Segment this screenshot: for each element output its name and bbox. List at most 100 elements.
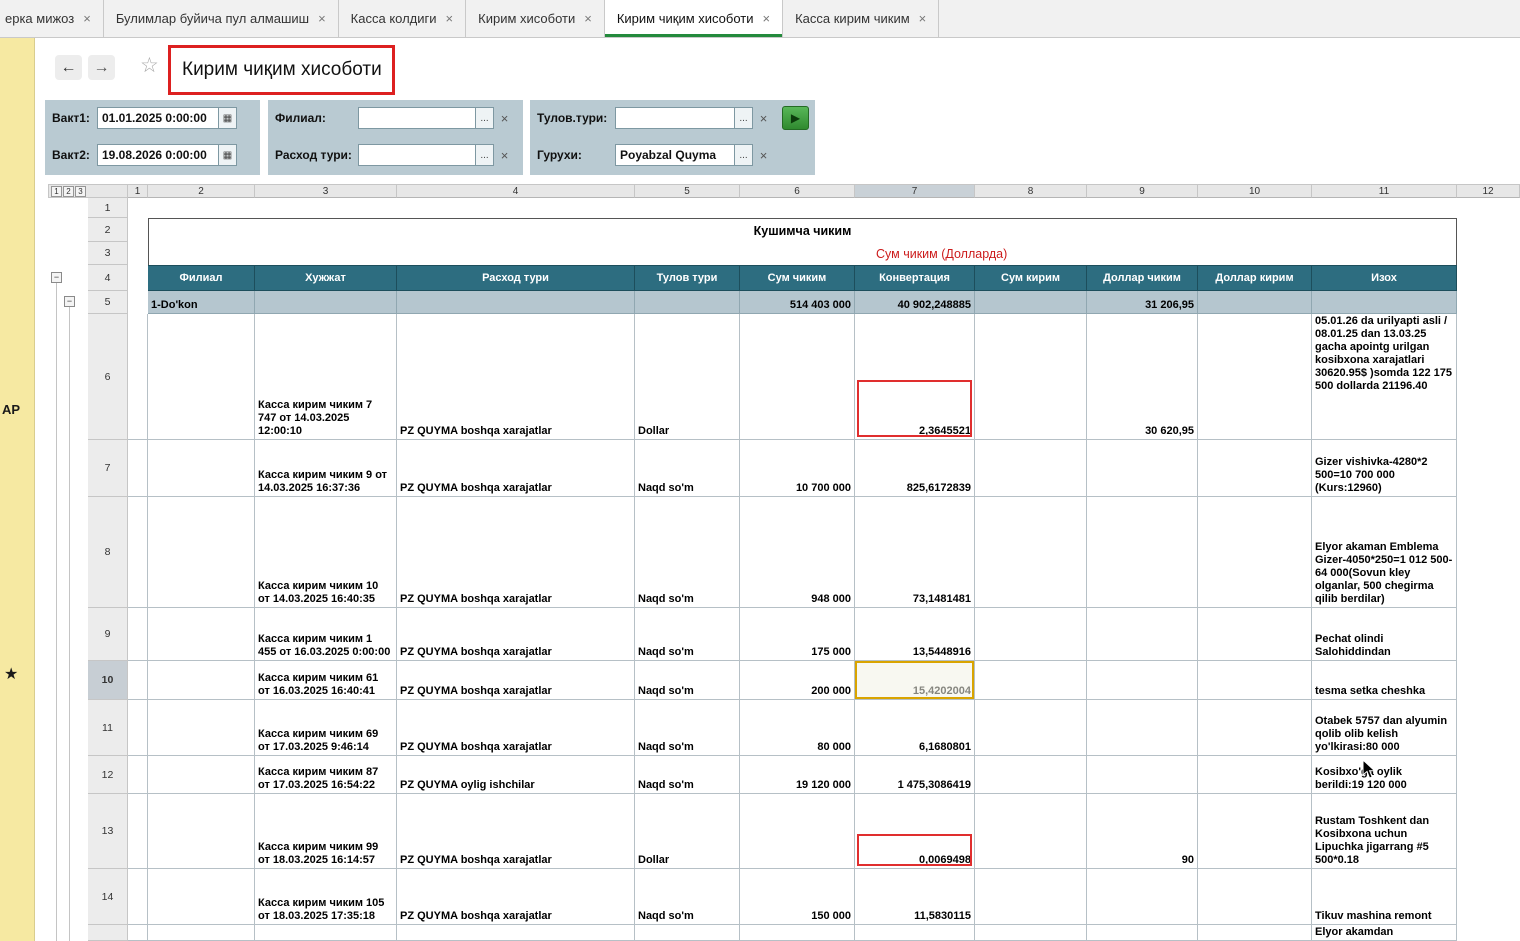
header-hujjat[interactable]: Хужжат <box>255 265 397 291</box>
vakt1-input[interactable]: 01.01.2025 0:00:00 <box>97 107 219 129</box>
clear-icon[interactable]: × <box>497 144 512 166</box>
collapse-group-icon[interactable]: − <box>51 272 62 283</box>
cell-doc[interactable]: Касса кирим чиким 61 от 16.03.2025 16:40… <box>255 661 397 700</box>
summary-filial[interactable]: 1-Do'kon <box>148 291 255 314</box>
tab-bulimlar-pul-almashish[interactable]: Булимлар буйича пул алмашиш × <box>104 0 339 37</box>
cell-izoh[interactable]: Elyor akaman Emblema Gizer-4050*250=1 01… <box>1312 497 1457 608</box>
col-header-9[interactable]: 9 <box>1087 184 1198 198</box>
cell-konvertatsiya[interactable]: 1 475,3086419 <box>855 756 975 794</box>
col-header-10[interactable]: 10 <box>1198 184 1312 198</box>
close-icon[interactable]: × <box>763 11 771 26</box>
cell-rasxod[interactable]: PZ QUYMA boshqa xarajatlar <box>397 869 635 925</box>
rasxod-turi-input[interactable] <box>358 144 476 166</box>
header-rasxod-turi[interactable]: Расход тури <box>397 265 635 291</box>
row-header[interactable]: 12 <box>88 756 128 794</box>
cell-konvertatsiya[interactable]: 0,0069498 <box>855 794 975 869</box>
cell-doc[interactable]: Касса кирим чиким 9 от 14.03.2025 16:37:… <box>255 440 397 497</box>
close-icon[interactable]: × <box>919 11 927 26</box>
calendar-icon[interactable]: ▦ <box>219 107 237 129</box>
guruh-input[interactable]: Poyabzal Quyma <box>615 144 735 166</box>
cell-izoh[interactable]: Tikuv mashina remont <box>1312 869 1457 925</box>
header-sum-kirim[interactable]: Сум кирим <box>975 265 1087 291</box>
summary-dollar-chiqim[interactable]: 31 206,95 <box>1087 291 1198 314</box>
clear-icon[interactable]: × <box>756 144 771 166</box>
cell-doc[interactable]: Касса кирим чиким 87 от 17.03.2025 16:54… <box>255 756 397 794</box>
tab-mijoz[interactable]: ерка мижоз × <box>0 0 104 37</box>
cell-konvertatsiya[interactable]: 13,5448916 <box>855 608 975 661</box>
tab-kassa-kirim-chiqim[interactable]: Касса кирим чиким × <box>783 0 940 37</box>
cell-doc[interactable]: Касса кирим чиким 10 от 14.03.2025 16:40… <box>255 497 397 608</box>
filial-input[interactable] <box>358 107 476 129</box>
cell-tulov[interactable]: Dollar <box>635 794 740 869</box>
col-header-1[interactable]: 1 <box>128 184 148 198</box>
row-header[interactable]: 8 <box>88 497 128 608</box>
cell-tulov[interactable]: Naqd so'm <box>635 440 740 497</box>
cell-konvertatsiya[interactable]: 825,6172839 <box>855 440 975 497</box>
cell-tulov[interactable]: Naqd so'm <box>635 497 740 608</box>
row-header[interactable]: 6 <box>88 314 128 440</box>
row-header[interactable]: 13 <box>88 794 128 869</box>
cell-izoh[interactable]: Kosibxo'ga oylik berildi:19 120 000 <box>1312 756 1457 794</box>
tab-kirim-chiqim-hisoboti-active[interactable]: Кирим чиқим хисоботи × <box>604 0 784 37</box>
header-izoh[interactable]: Изох <box>1312 265 1457 291</box>
row-header-selected[interactable]: 10 <box>88 661 128 700</box>
cell-rasxod[interactable]: PZ QUYMA boshqa xarajatlar <box>397 440 635 497</box>
close-icon[interactable]: × <box>318 11 326 26</box>
cell-tulov[interactable]: Naqd so'm <box>635 700 740 756</box>
close-icon[interactable]: × <box>584 11 592 26</box>
header-filial[interactable]: Филиал <box>148 265 255 291</box>
cell-doc[interactable]: Касса кирим чиким 1 455 от 16.03.2025 0:… <box>255 608 397 661</box>
row-header[interactable]: 7 <box>88 440 128 497</box>
summary-sum-chiqim[interactable]: 514 403 000 <box>740 291 855 314</box>
cell-izoh[interactable]: Pechat olindi Salohiddindan <box>1312 608 1457 661</box>
cell-izoh[interactable]: Rustam Toshkent dan Kosibxona uchun Lipu… <box>1312 794 1457 869</box>
cell-rasxod[interactable]: PZ QUYMA boshqa xarajatlar <box>397 608 635 661</box>
cell-tulov[interactable]: Dollar <box>635 314 740 440</box>
tulov-turi-input[interactable] <box>615 107 735 129</box>
row-header[interactable] <box>88 925 128 941</box>
tab-kassa-qoldigi[interactable]: Касса колдиги × <box>339 0 467 37</box>
cell-rasxod[interactable]: PZ QUYMA boshqa xarajatlar <box>397 314 635 440</box>
col-header-7-selected[interactable]: 7 <box>855 184 975 198</box>
cell-tulov[interactable]: Naqd so'm <box>635 756 740 794</box>
cell-konvertatsiya[interactable]: 6,1680801 <box>855 700 975 756</box>
close-icon[interactable]: × <box>83 11 91 26</box>
cell-doc[interactable]: Касса кирим чиким 99 от 18.03.2025 16:14… <box>255 794 397 869</box>
row-header[interactable]: 14 <box>88 869 128 925</box>
cell-rasxod[interactable]: PZ QUYMA boshqa xarajatlar <box>397 661 635 700</box>
ellipsis-button[interactable]: ... <box>476 107 494 129</box>
cell-konvertatsiya[interactable]: 2,3645521 <box>855 314 975 440</box>
cell-izoh[interactable]: 05.01.26 da urilyapti asli / 08.01.25 da… <box>1312 314 1457 440</box>
row-header[interactable]: 2 <box>88 218 128 242</box>
cell-izoh[interactable]: Gizer vishivka-4280*2 500=10 700 000 (Ku… <box>1312 440 1457 497</box>
cell-dollar-chiqim[interactable]: 90 <box>1087 794 1198 869</box>
cell-rasxod[interactable]: PZ QUYMA boshqa xarajatlar <box>397 794 635 869</box>
clear-icon[interactable]: × <box>497 107 512 129</box>
header-dollar-kirim[interactable]: Доллар кирим <box>1198 265 1312 291</box>
cell-izoh[interactable]: Otabek 5757 dan alyumin qolib olib kelis… <box>1312 700 1457 756</box>
ellipsis-button[interactable]: ... <box>735 144 753 166</box>
forward-button[interactable]: → <box>88 55 115 80</box>
cell-rasxod[interactable]: PZ QUYMA boshqa xarajatlar <box>397 700 635 756</box>
col-header-8[interactable]: 8 <box>975 184 1087 198</box>
cell-dollar-chiqim[interactable]: 30 620,95 <box>1087 314 1198 440</box>
back-button[interactable]: ← <box>55 55 82 80</box>
group-level-2-button[interactable]: 2 <box>63 185 74 197</box>
cell-tulov[interactable]: Naqd so'm <box>635 608 740 661</box>
cell-doc[interactable]: Касса кирим чиким 69 от 17.03.2025 9:46:… <box>255 700 397 756</box>
row-header[interactable]: 11 <box>88 700 128 756</box>
header-dollar-chiqim[interactable]: Доллар чиким <box>1087 265 1198 291</box>
favorite-star-icon[interactable]: ★ <box>4 664 18 684</box>
row-header[interactable]: 9 <box>88 608 128 661</box>
col-header-12[interactable]: 12 <box>1457 184 1520 198</box>
col-header-2[interactable]: 2 <box>148 184 255 198</box>
row-header[interactable]: 1 <box>88 198 128 218</box>
close-icon[interactable]: × <box>446 11 454 26</box>
vakt2-input[interactable]: 19.08.2026 0:00:00 <box>97 144 219 166</box>
col-header-5[interactable]: 5 <box>635 184 740 198</box>
cell-izoh[interactable]: Elyor akamdan <box>1312 925 1457 941</box>
cell-tulov[interactable]: Naqd so'm <box>635 869 740 925</box>
cell-tulov[interactable]: Naqd so'm <box>635 661 740 700</box>
tab-kirim-hisoboti[interactable]: Кирим хисоботи × <box>466 0 605 37</box>
cell-rasxod[interactable]: PZ QUYMA oylig ishchilar <box>397 756 635 794</box>
